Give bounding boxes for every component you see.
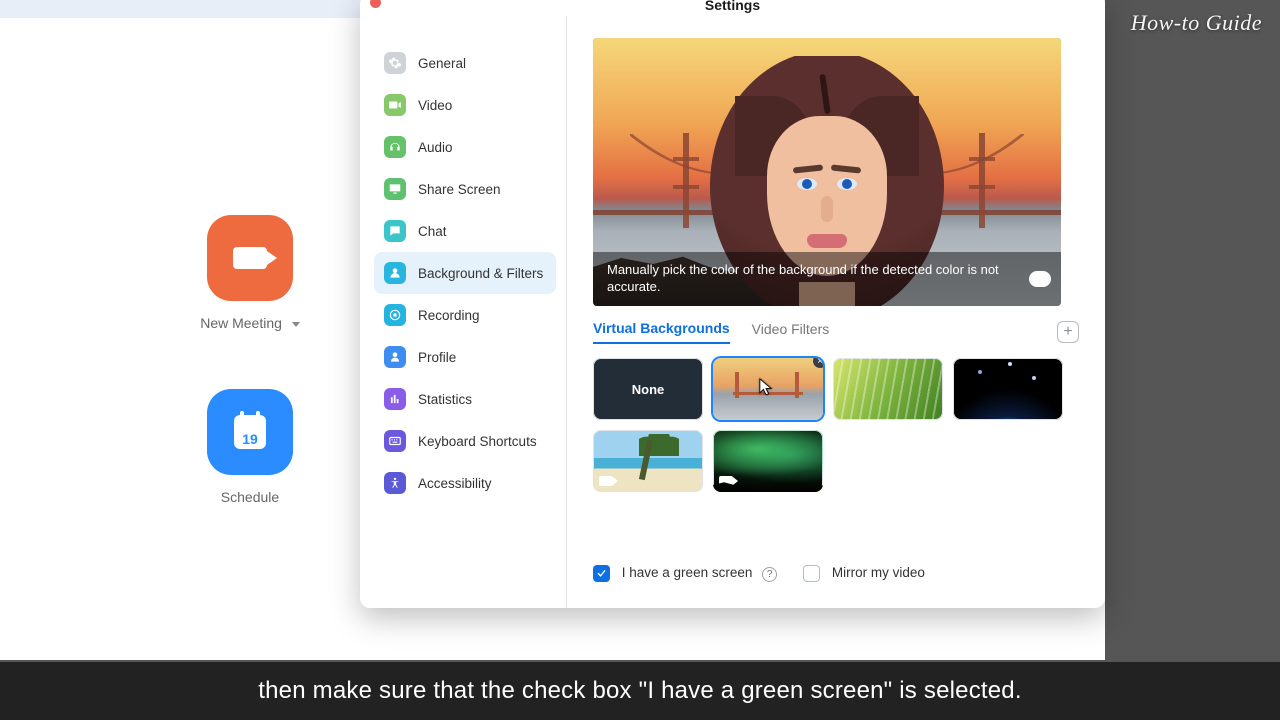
sidebar-label: Audio — [418, 140, 453, 155]
profile-icon — [384, 346, 406, 368]
chat-icon — [384, 220, 406, 242]
bg-thumb-grass[interactable] — [833, 358, 943, 420]
bg-tabs: Virtual Backgrounds Video Filters + — [593, 320, 1079, 344]
sidebar-label: Keyboard Shortcuts — [418, 434, 537, 449]
sidebar-item-background-filters[interactable]: Background & Filters — [374, 252, 556, 294]
cursor-icon — [759, 378, 773, 396]
schedule-label[interactable]: Schedule — [140, 489, 360, 505]
gear-icon — [384, 52, 406, 74]
new-meeting-tile[interactable] — [207, 215, 293, 301]
video-caption: then make sure that the check box "I hav… — [0, 662, 1280, 720]
headphones-icon — [384, 136, 406, 158]
sidebar-item-accessibility[interactable]: Accessibility — [374, 462, 556, 504]
sidebar-label: Recording — [418, 308, 480, 323]
help-icon[interactable]: ? — [762, 567, 777, 582]
sidebar-item-keyboard-shortcuts[interactable]: Keyboard Shortcuts — [374, 420, 556, 462]
statistics-icon — [384, 388, 406, 410]
sidebar-item-chat[interactable]: Chat — [374, 210, 556, 252]
sidebar-label: General — [418, 56, 466, 71]
sidebar-label: Share Screen — [418, 182, 501, 197]
sidebar-item-audio[interactable]: Audio — [374, 126, 556, 168]
settings-window: Settings General Video Audio Share S — [360, 0, 1105, 608]
calendar-icon: 19 — [234, 415, 266, 449]
sidebar-label: Video — [418, 98, 452, 113]
sidebar-label: Accessibility — [418, 476, 492, 491]
sidebar-item-video[interactable]: Video — [374, 84, 556, 126]
new-meeting-label[interactable]: New Meeting — [140, 315, 360, 331]
bg-thumb-none[interactable]: None — [593, 358, 703, 420]
preview-tip: Manually pick the color of the backgroun… — [593, 252, 1061, 306]
mirror-checkbox[interactable] — [803, 565, 820, 582]
bg-thumb-none-label: None — [632, 382, 665, 397]
bg-thumb-aurora[interactable] — [713, 430, 823, 492]
remove-bg-button[interactable]: × — [813, 358, 823, 368]
sidebar-label: Chat — [418, 224, 447, 239]
sidebar-item-recording[interactable]: Recording — [374, 294, 556, 336]
background-icon — [384, 262, 406, 284]
home-panel: New Meeting 19 Schedule — [140, 215, 360, 505]
green-screen-option[interactable]: I have a green screen ? — [593, 565, 777, 582]
palm-icon — [639, 434, 679, 456]
sidebar-item-statistics[interactable]: Statistics — [374, 378, 556, 420]
accessibility-icon — [384, 472, 406, 494]
record-icon — [384, 304, 406, 326]
keyboard-icon — [384, 430, 406, 452]
tab-video-filters[interactable]: Video Filters — [752, 321, 830, 343]
mirror-option[interactable]: Mirror my video — [803, 565, 925, 582]
green-screen-label: I have a green screen — [622, 565, 753, 580]
calendar-day: 19 — [242, 431, 258, 447]
preview-tip-text: Manually pick the color of the backgroun… — [607, 262, 999, 294]
tab-virtual-backgrounds[interactable]: Virtual Backgrounds — [593, 320, 730, 344]
sidebar-item-general[interactable]: General — [374, 42, 556, 84]
schedule-tile[interactable]: 19 — [207, 389, 293, 475]
settings-title: Settings — [705, 0, 760, 13]
background-thumbnails: None × — [593, 358, 1073, 492]
video-badge-icon — [599, 476, 613, 486]
watermark: How-to Guide — [1131, 10, 1262, 36]
green-screen-checkbox[interactable] — [593, 565, 610, 582]
settings-footer: I have a green screen ? Mirror my video — [593, 551, 1079, 598]
close-window-button[interactable] — [370, 0, 381, 8]
settings-sidebar: General Video Audio Share Screen Chat — [360, 16, 567, 608]
settings-header: Settings — [360, 0, 1105, 16]
new-meeting-text: New Meeting — [200, 315, 282, 331]
bg-thumb-bridge[interactable]: × — [713, 358, 823, 420]
video-icon — [384, 94, 406, 116]
sidebar-item-share-screen[interactable]: Share Screen — [374, 168, 556, 210]
color-picker-icon[interactable] — [1029, 271, 1051, 287]
sidebar-item-profile[interactable]: Profile — [374, 336, 556, 378]
sidebar-label: Profile — [418, 350, 456, 365]
video-preview: Manually pick the color of the backgroun… — [593, 38, 1061, 306]
sidebar-label: Statistics — [418, 392, 472, 407]
sidebar-label: Background & Filters — [418, 266, 543, 281]
add-background-button[interactable]: + — [1057, 321, 1079, 343]
video-camera-icon — [233, 247, 267, 269]
share-screen-icon — [384, 178, 406, 200]
bg-thumb-beach[interactable] — [593, 430, 703, 492]
video-badge-icon — [719, 476, 733, 486]
bg-thumb-earth[interactable] — [953, 358, 1063, 420]
mirror-label: Mirror my video — [832, 565, 925, 580]
settings-content: Manually pick the color of the backgroun… — [567, 16, 1105, 608]
chevron-down-icon — [292, 322, 300, 327]
